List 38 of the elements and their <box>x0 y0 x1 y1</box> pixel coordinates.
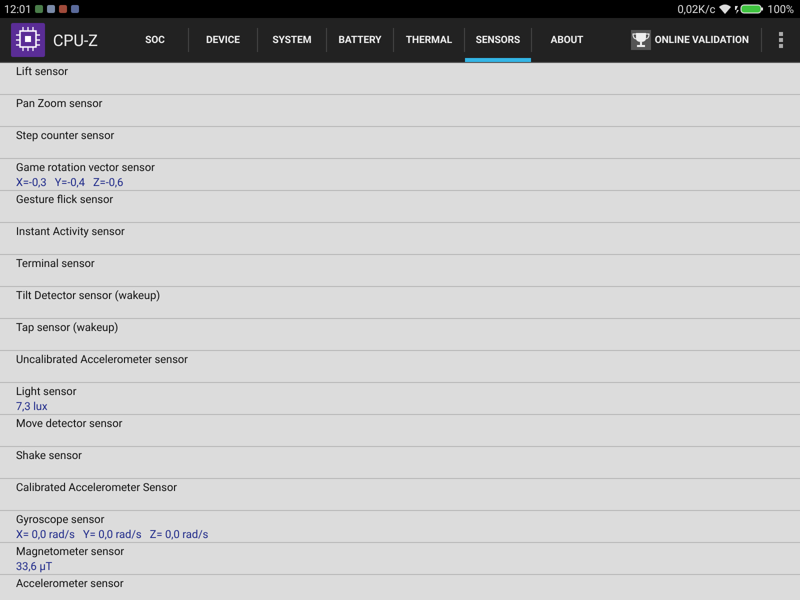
tab[interactable]: THERMAL <box>394 18 464 62</box>
clock: 12:01 <box>4 2 32 16</box>
tab[interactable]: SYSTEM <box>258 18 326 62</box>
tab[interactable]: SENSORS <box>465 18 531 62</box>
sensor-name: Magnetometer sensor <box>16 545 126 559</box>
sensor-name: Calibrated Accelerometer Sensor <box>16 481 178 495</box>
battery-percent: 100% <box>767 2 794 16</box>
tab[interactable]: BATTERY <box>327 18 393 62</box>
sensor-reading: 7,3 lux <box>16 399 48 414</box>
sensor-name: Uncalibrated Accelerometer sensor <box>16 353 189 367</box>
sensor-name: Light sensor <box>16 385 78 399</box>
sensor-name: Tap sensor (wakeup) <box>16 321 120 335</box>
sensor-reading: 33,6 µT <box>16 559 54 574</box>
sensor-name: Instant Activity sensor <box>16 225 126 239</box>
sensor-reading: X=-0,3 Y=-0,4 Z=-0,6 <box>16 175 124 190</box>
wifi-icon <box>719 4 732 14</box>
sensor-name: Terminal sensor <box>16 257 96 271</box>
sensor-name: Gyroscope sensor <box>16 513 106 527</box>
chip-logo-icon <box>11 23 45 57</box>
sensor-name: Step counter sensor <box>16 129 116 143</box>
network-speed: 0,02K/c <box>677 2 716 16</box>
sensor-name: Game rotation vector sensor <box>16 161 156 175</box>
online-validation-button[interactable]: ONLINE VALIDATION <box>630 18 761 62</box>
sensor-name: Lift sensor <box>16 65 70 79</box>
sensor-name: Move detector sensor <box>16 417 124 431</box>
sensor-reading: X= 0,0 rad/s Y= 0,0 rad/s Z= 0,0 rad/s <box>16 527 210 542</box>
trophy-icon <box>630 30 651 50</box>
tab[interactable]: DEVICE <box>189 18 257 62</box>
app-title: CPU-Z <box>53 30 98 50</box>
sensor-name: Tilt Detector sensor (wakeup) <box>16 289 162 303</box>
sensor-name: Shake sensor <box>16 449 83 463</box>
sensor-name: Accelerometer sensor <box>16 577 125 591</box>
overflow-menu-icon <box>779 32 783 48</box>
tab[interactable]: ABOUT <box>532 18 602 62</box>
tab[interactable]: SOC <box>122 18 188 62</box>
battery-icon <box>735 4 764 14</box>
sensor-name: Pan Zoom sensor <box>16 97 104 111</box>
sensor-name: Gesture flick sensor <box>16 193 114 207</box>
